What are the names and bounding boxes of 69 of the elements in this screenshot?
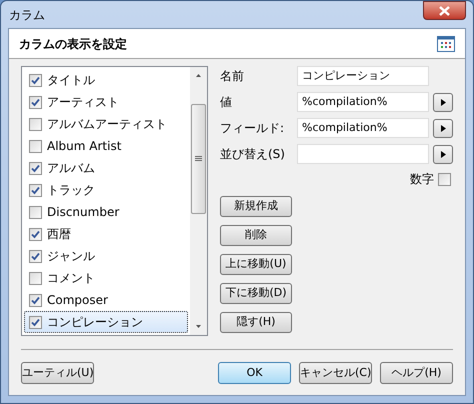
- header-title: カラムの表示を設定: [19, 36, 127, 52]
- column-label: トラック: [47, 182, 95, 199]
- field-label: フィールド:: [220, 120, 286, 137]
- checkbox[interactable]: [29, 294, 42, 306]
- checkbox[interactable]: [29, 140, 42, 152]
- column-label: 西暦: [47, 226, 71, 243]
- column-item[interactable]: アルバムアーティスト: [24, 113, 188, 135]
- field-label: 値: [220, 94, 233, 111]
- action-button[interactable]: 新規作成: [220, 196, 292, 217]
- menu-button[interactable]: [433, 92, 453, 112]
- menu-button[interactable]: [433, 118, 453, 138]
- input-field[interactable]: %compilation%: [297, 92, 429, 112]
- column-item[interactable]: コメント: [24, 267, 188, 289]
- window-title: カラム: [8, 6, 45, 24]
- dialog-button[interactable]: OK: [218, 362, 291, 384]
- numeric-checkbox[interactable]: [438, 172, 451, 186]
- checkbox[interactable]: [29, 272, 42, 284]
- checkbox[interactable]: [29, 250, 42, 262]
- action-button[interactable]: 隠す(H): [220, 312, 292, 333]
- dialog-button[interactable]: ユーティル(U): [21, 362, 94, 384]
- numeric-label: 数字: [410, 171, 434, 188]
- column-label: タイトル: [47, 72, 95, 89]
- action-button[interactable]: 削除: [220, 225, 292, 246]
- column-label: Album Artist: [47, 138, 122, 155]
- column-label: アーティスト: [47, 94, 119, 111]
- column-item[interactable]: アーティスト: [24, 91, 188, 113]
- column-item[interactable]: Discnumber: [24, 201, 188, 223]
- checkbox[interactable]: [29, 96, 42, 108]
- dialog-button[interactable]: ヘルプ(H): [380, 362, 453, 384]
- scrollbar[interactable]: [190, 67, 207, 335]
- column-item[interactable]: 西暦: [24, 223, 188, 245]
- checkbox[interactable]: [29, 74, 42, 86]
- column-item[interactable]: アルバム: [24, 157, 188, 179]
- dialog-button[interactable]: キャンセル(C): [299, 362, 372, 384]
- checkbox[interactable]: [29, 184, 42, 196]
- action-button[interactable]: 下に移動(D): [220, 283, 292, 304]
- field-label: 並び替え(S): [220, 146, 286, 163]
- column-item[interactable]: Composer: [24, 289, 188, 311]
- input-field[interactable]: [297, 144, 429, 164]
- close-button[interactable]: [423, 1, 466, 20]
- input-field[interactable]: %compilation%: [297, 118, 429, 138]
- checkbox[interactable]: [29, 118, 42, 130]
- menu-button[interactable]: [433, 144, 453, 164]
- column-label: ジャンル: [47, 248, 95, 265]
- checkbox[interactable]: [29, 228, 42, 240]
- close-icon: [439, 6, 450, 16]
- column-item[interactable]: ジャンル: [24, 245, 188, 267]
- column-item[interactable]: Album Artist: [24, 135, 188, 157]
- column-label: Composer: [47, 292, 108, 309]
- column-label: コンピレーション: [47, 314, 143, 331]
- play-icon: [440, 124, 446, 132]
- checkbox[interactable]: [29, 316, 42, 328]
- column-label: アルバムアーティスト: [47, 116, 167, 133]
- grid-icon: [437, 36, 455, 52]
- column-item[interactable]: コンピレーション: [24, 311, 188, 333]
- grip-icon: [195, 156, 202, 162]
- input-field[interactable]: コンピレーション: [297, 66, 429, 86]
- play-icon: [440, 150, 446, 158]
- column-item[interactable]: トラック: [24, 179, 188, 201]
- column-label: アルバム: [47, 160, 95, 177]
- column-item[interactable]: タイトル: [24, 69, 188, 91]
- action-button[interactable]: 上に移動(U): [220, 254, 292, 275]
- column-label: Discnumber: [47, 204, 120, 221]
- play-icon: [440, 98, 446, 106]
- field-label: 名前: [220, 68, 245, 85]
- checkbox[interactable]: [29, 162, 42, 174]
- scroll-thumb[interactable]: [191, 104, 206, 214]
- checkbox[interactable]: [29, 206, 42, 218]
- column-label: コメント: [47, 270, 95, 287]
